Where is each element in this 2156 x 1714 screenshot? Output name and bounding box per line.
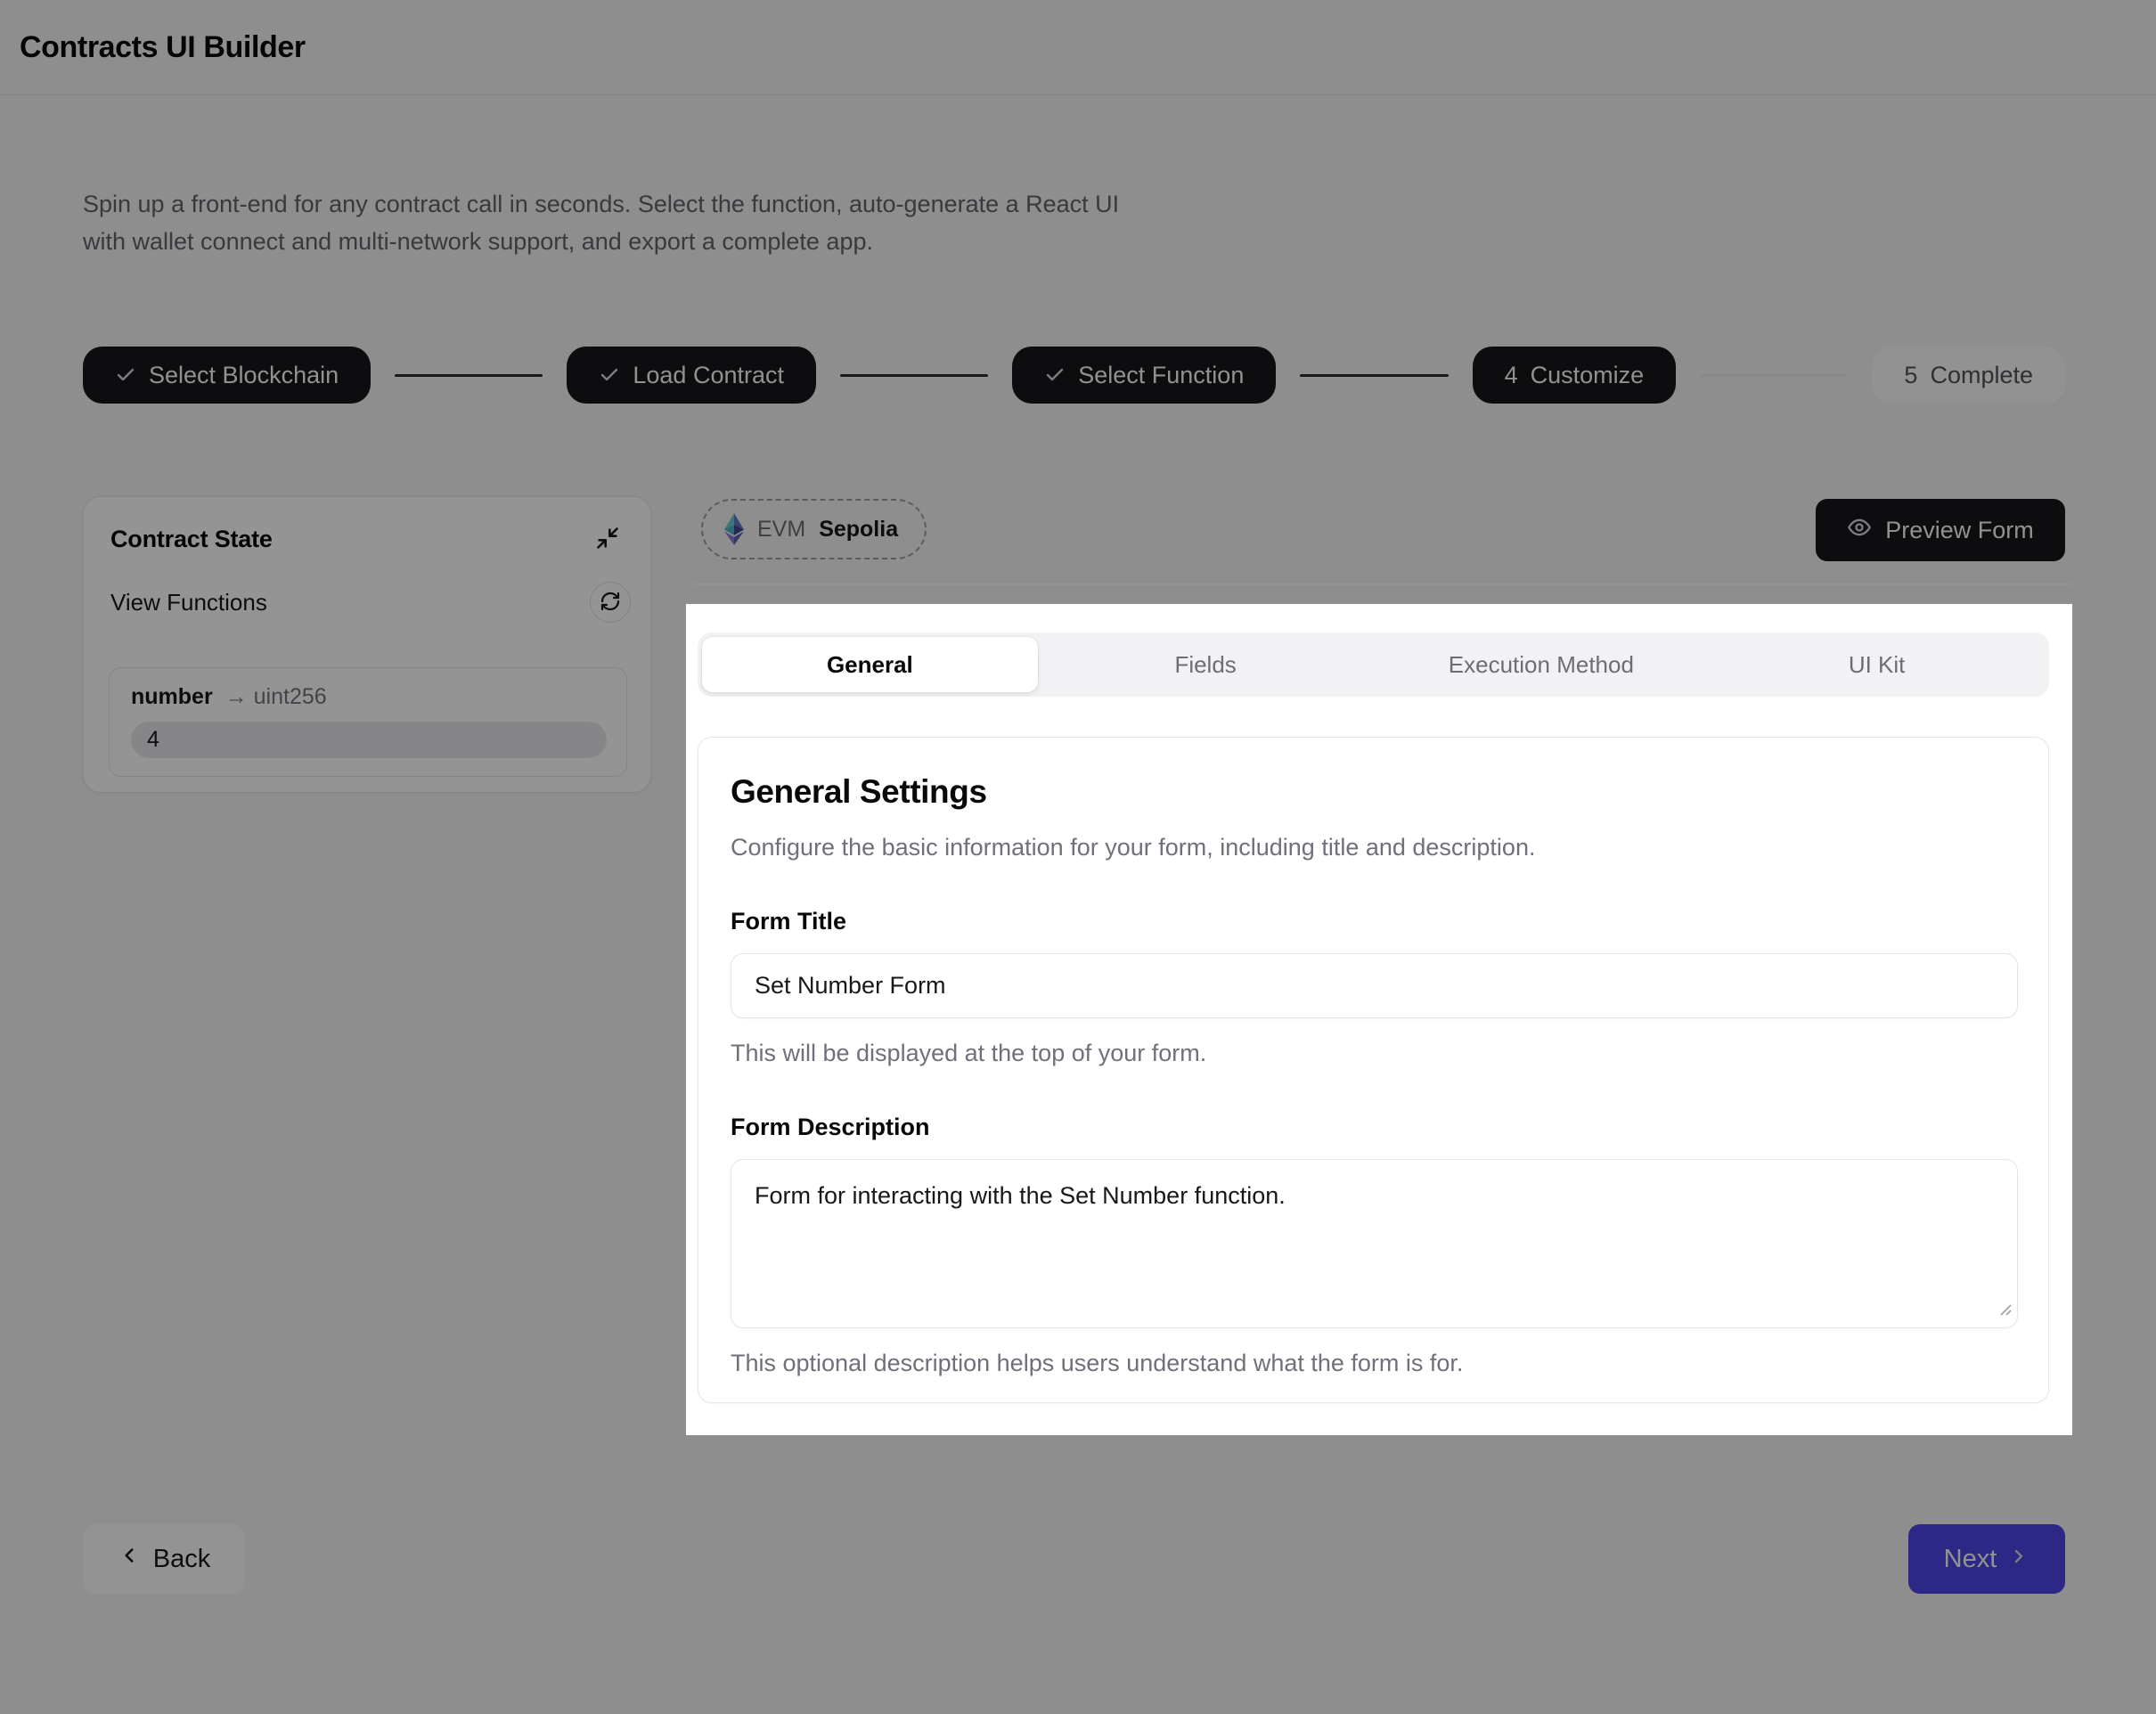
customize-panel: General Fields Execution Method UI Kit G…: [686, 604, 2072, 1435]
tab-general[interactable]: General: [702, 637, 1038, 692]
general-settings-card: General Settings Configure the basic inf…: [698, 737, 2049, 1403]
form-description-label: Form Description: [731, 1114, 2016, 1141]
general-settings-description: Configure the basic information for your…: [731, 834, 2016, 861]
general-settings-heading: General Settings: [731, 773, 2016, 811]
form-description-textarea[interactable]: [731, 1159, 2018, 1328]
form-title-help: This will be displayed at the top of you…: [731, 1040, 2016, 1067]
contracts-ui-builder-page: Contracts UI Builder Spin up a front-end…: [0, 0, 2156, 1714]
form-title-input[interactable]: [731, 953, 2018, 1018]
tab-fields[interactable]: Fields: [1038, 637, 1374, 692]
tab-execution-method[interactable]: Execution Method: [1374, 637, 1710, 692]
tab-ui-kit[interactable]: UI Kit: [1709, 637, 2045, 692]
form-description-wrap: [731, 1159, 2018, 1328]
form-title-label: Form Title: [731, 908, 2016, 935]
form-description-help: This optional description helps users un…: [731, 1350, 2016, 1377]
customize-tabs: General Fields Execution Method UI Kit: [698, 633, 2049, 697]
